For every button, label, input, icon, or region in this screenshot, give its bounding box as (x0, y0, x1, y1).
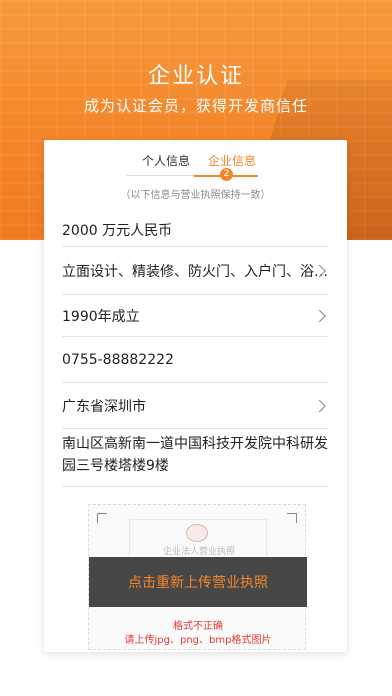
founded-year-value: 1990年成立 (62, 308, 140, 325)
frame-corner-icon (97, 513, 107, 523)
page-subtitle: 成为认证会员，获得开发商信任 (83, 97, 308, 115)
registered-capital-field[interactable]: 2000 万元人民币 (62, 213, 328, 247)
location-field[interactable]: 广东省深圳市 (62, 383, 328, 429)
verification-form-card: 个人信息 企业信息 2 （以下信息与营业执照保持一致） 2000 万元人民币 立… (44, 140, 347, 652)
license-upload-area[interactable]: 企业法人营业执照 点击重新上传营业执照 格式不正确 请上传jpg、png、bmp… (88, 504, 307, 650)
chevron-right-icon (313, 309, 326, 322)
emblem-icon (186, 524, 208, 542)
founded-year-field[interactable]: 1990年成立 (62, 295, 328, 337)
address-value: 南山区高新南一道中国科技开发院中科研发园三号楼塔楼9楼 (62, 436, 328, 474)
reupload-license-button[interactable]: 点击重新上传营业执照 (89, 557, 307, 607)
frame-corner-icon (287, 513, 297, 523)
tab-company-info[interactable]: 企业信息 (208, 152, 256, 169)
license-preview-image: 企业法人营业执照 (129, 519, 267, 559)
format-error-title: 格式不正确 (173, 621, 223, 632)
chevron-right-icon (313, 399, 326, 412)
business-scope-field[interactable]: 立面设计、精装修、防火门、入户门、浴… (62, 247, 328, 295)
format-error-detail: 请上传jpg、png、bmp格式图片 (124, 635, 272, 646)
tab-personal-info[interactable]: 个人信息 (142, 152, 190, 169)
license-preview-title: 企业法人营业执照 (162, 547, 235, 557)
step-number-badge: 2 (220, 168, 233, 181)
registered-capital-value: 2000 万元人民币 (62, 222, 173, 239)
location-value: 广东省深圳市 (62, 398, 146, 415)
phone-field[interactable]: 0755-88882222 (62, 337, 328, 383)
page-title: 企业认证 (147, 64, 244, 89)
business-scope-value: 立面设计、精装修、防火门、入户门、浴… (62, 263, 328, 280)
address-field[interactable]: 南山区高新南一道中国科技开发院中科研发园三号楼塔楼9楼 (62, 429, 328, 487)
phone-value: 0755-88882222 (62, 351, 174, 368)
form-hint: （以下信息与营业执照保持一致） (120, 190, 271, 201)
